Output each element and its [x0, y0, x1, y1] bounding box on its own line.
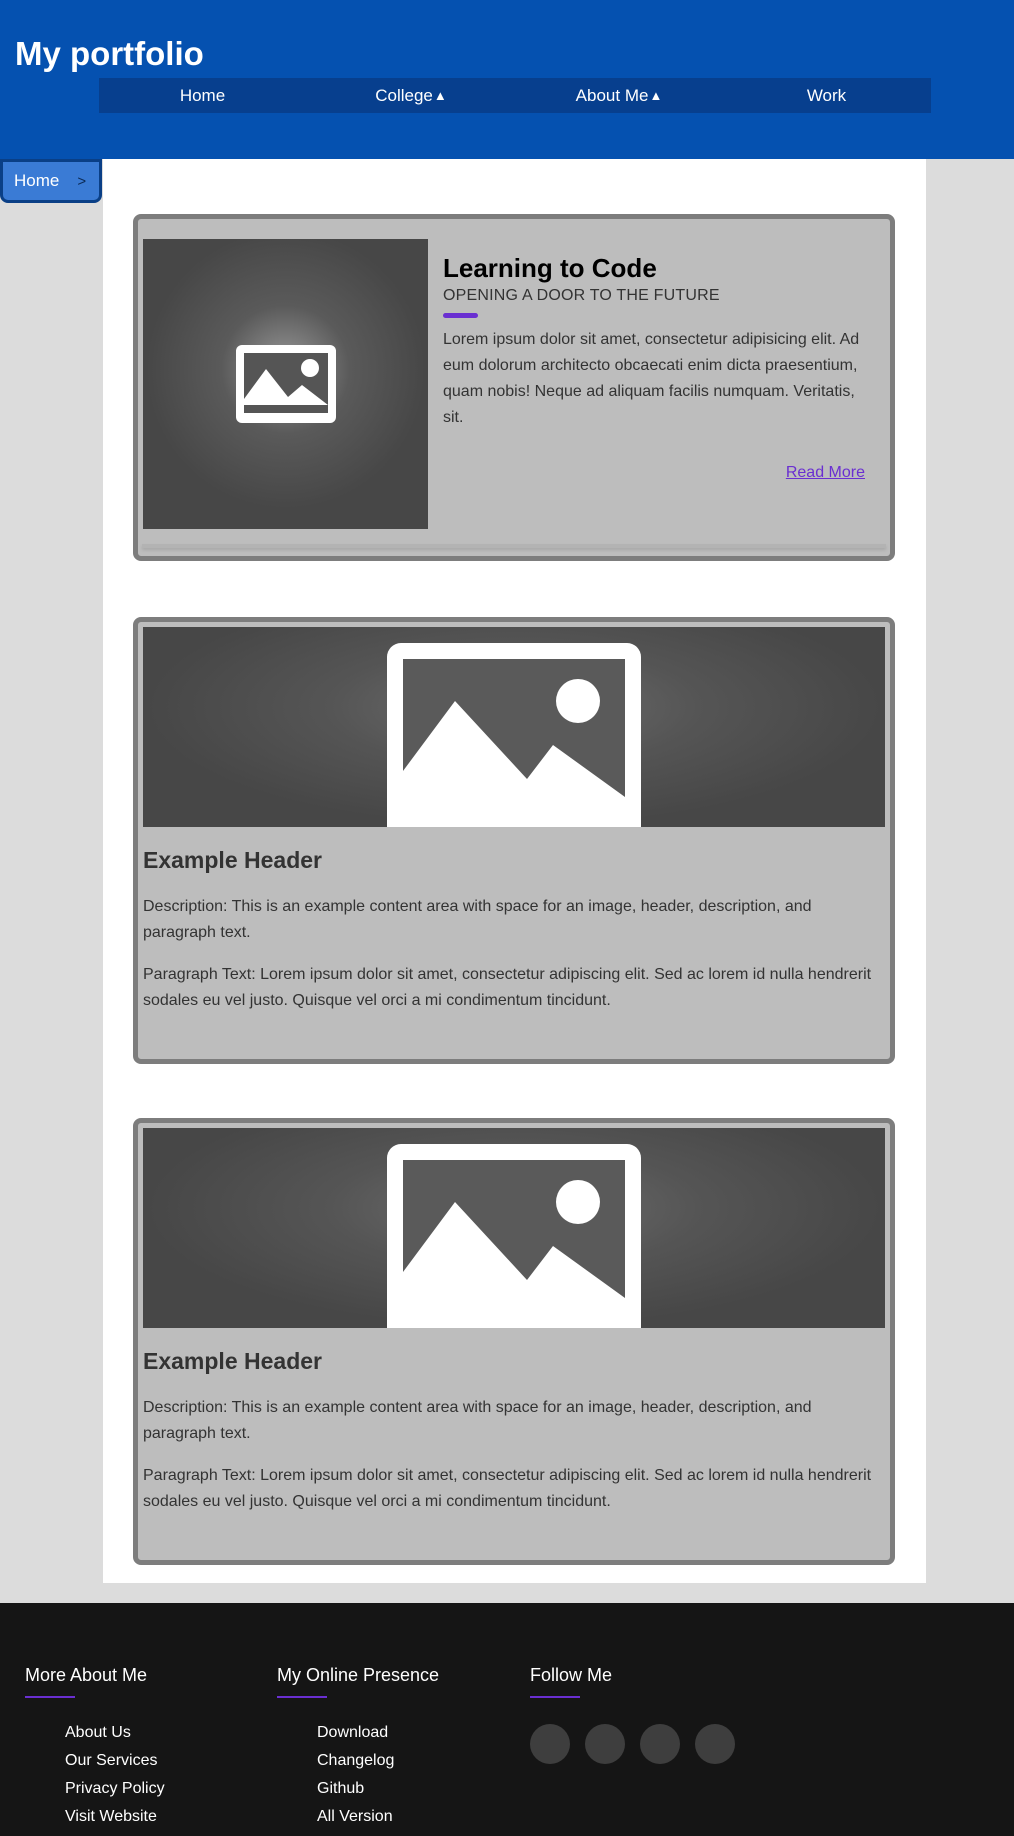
- footer-link-about-us[interactable]: About Us: [65, 1723, 165, 1751]
- breadcrumb-home[interactable]: Home: [14, 171, 59, 191]
- site-footer: More About Me About Us Our Services Priv…: [0, 1603, 1014, 1836]
- footer-link-our-services[interactable]: Our Services: [65, 1751, 165, 1779]
- read-more-link[interactable]: Read More: [786, 464, 865, 482]
- social-icon[interactable]: [530, 1724, 570, 1764]
- footer-column-online: My Online Presence Download Changelog Gi…: [277, 1665, 439, 1835]
- social-icon[interactable]: [585, 1724, 625, 1764]
- image-placeholder-icon: [387, 1144, 641, 1328]
- breadcrumb[interactable]: Home >: [0, 159, 102, 203]
- nav-item-home[interactable]: Home: [99, 78, 307, 113]
- card-header: Example Header: [143, 1348, 322, 1374]
- featured-text: Learning to Code OPENING A DOOR TO THE F…: [443, 253, 868, 431]
- card-paragraph: Paragraph Text: Lorem ipsum dolor sit am…: [143, 1467, 872, 1510]
- footer-column-title: My Online Presence: [277, 1665, 440, 1685]
- card-description: Description: This is an example content …: [143, 898, 812, 941]
- image-placeholder-icon: [235, 345, 336, 423]
- card-banner-image: [143, 1128, 885, 1328]
- content-card: Example Header Description: This is an e…: [133, 1118, 895, 1565]
- featured-title: Learning to Code: [443, 253, 657, 283]
- main-nav: Home College ▲ About Me ▲ Work: [99, 78, 931, 113]
- footer-column-title: Follow Me: [530, 1665, 613, 1685]
- footer-links: About Us Our Services Privacy Policy Vis…: [25, 1723, 165, 1835]
- accent-divider: [25, 1696, 75, 1698]
- accent-divider: [443, 313, 478, 318]
- card-shadow-divider: [142, 544, 886, 548]
- nav-item-about-me[interactable]: About Me ▲: [515, 78, 723, 113]
- image-placeholder-icon: [387, 643, 641, 827]
- card-header: Example Header: [143, 847, 322, 873]
- nav-item-label: College: [375, 85, 433, 105]
- nav-item-label: About Me: [575, 85, 649, 105]
- footer-link-privacy-policy[interactable]: Privacy Policy: [65, 1779, 165, 1807]
- footer-link-github[interactable]: Github: [317, 1779, 439, 1807]
- featured-image: [143, 239, 428, 529]
- footer-column-about: More About Me About Us Our Services Priv…: [25, 1665, 165, 1835]
- nav-item-label: Work: [806, 85, 847, 105]
- content-card: Example Header Description: This is an e…: [133, 617, 895, 1064]
- footer-column-title: More About Me: [25, 1665, 148, 1685]
- footer-link-changelog[interactable]: Changelog: [317, 1751, 439, 1779]
- featured-card: Learning to Code OPENING A DOOR TO THE F…: [133, 214, 895, 561]
- featured-subtitle: OPENING A DOOR TO THE FUTURE: [443, 287, 720, 304]
- accent-divider: [530, 1696, 580, 1698]
- site-title: My portfolio: [15, 35, 204, 72]
- accent-divider: [277, 1696, 327, 1698]
- caret-up-icon: ▲: [649, 88, 663, 103]
- site-header: My portfolio Home College ▲ About Me ▲ W…: [0, 0, 1014, 159]
- social-icon[interactable]: [640, 1724, 680, 1764]
- card-banner-image: [143, 627, 885, 827]
- breadcrumb-separator: >: [77, 172, 87, 190]
- nav-item-college[interactable]: College ▲: [307, 78, 515, 113]
- nav-item-label: Home: [179, 85, 226, 105]
- main-content: Learning to Code OPENING A DOOR TO THE F…: [103, 159, 926, 1583]
- card-paragraph: Paragraph Text: Lorem ipsum dolor sit am…: [143, 966, 872, 1009]
- footer-link-visit-website[interactable]: Visit Website: [65, 1807, 165, 1835]
- footer-links: Download Changelog Github All Version: [277, 1723, 439, 1835]
- footer-column-follow: Follow Me: [530, 1665, 750, 1764]
- featured-body: Lorem ipsum dolor sit amet, consectetur …: [443, 331, 860, 426]
- social-icon[interactable]: [695, 1724, 735, 1764]
- caret-up-icon: ▲: [433, 88, 447, 103]
- card-description: Description: This is an example content …: [143, 1399, 812, 1442]
- footer-link-download[interactable]: Download: [317, 1723, 439, 1751]
- nav-item-work[interactable]: Work: [723, 78, 931, 113]
- footer-link-all-version[interactable]: All Version: [317, 1807, 439, 1835]
- social-icons: [530, 1724, 750, 1764]
